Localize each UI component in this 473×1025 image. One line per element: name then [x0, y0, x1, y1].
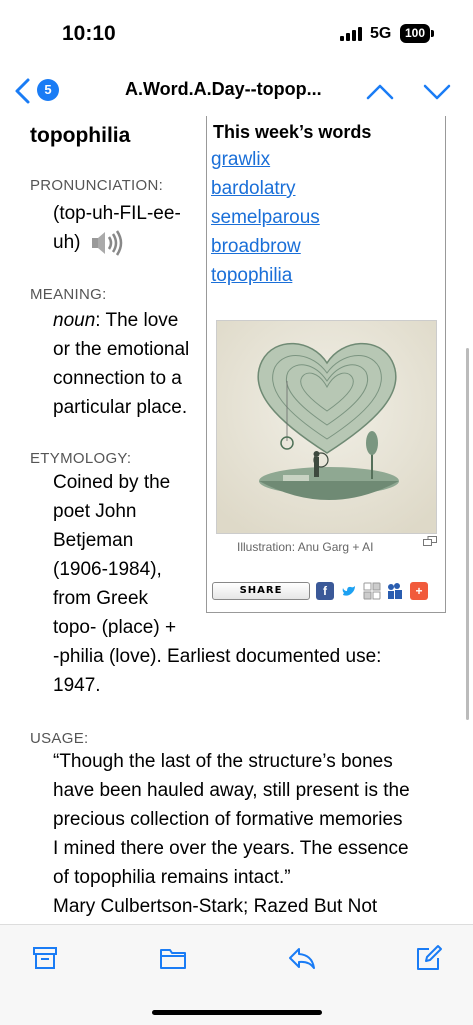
- myspace-icon[interactable]: [386, 582, 404, 600]
- delicious-icon[interactable]: [363, 582, 381, 600]
- this-week-sidebar: This week’s words grawlix bardolatry sem…: [206, 116, 446, 613]
- status-bar: 10:10 5G 100: [0, 0, 473, 64]
- usage-line: precious collection of formative memorie…: [53, 809, 403, 830]
- word-link-topophilia[interactable]: topophilia: [211, 265, 292, 287]
- next-message-icon[interactable]: [422, 78, 452, 104]
- usage-label: USAGE:: [30, 730, 89, 747]
- usage-line: “Though the last of the structure’s bone…: [53, 751, 393, 772]
- addthis-icon[interactable]: +: [410, 582, 428, 600]
- part-of-speech: noun: [53, 310, 96, 331]
- usage-line: of topophilia remains intact.”: [53, 867, 291, 888]
- folder-icon[interactable]: [158, 943, 188, 973]
- status-time: 10:10: [62, 22, 116, 45]
- etymology-line: from Greek: [53, 588, 149, 609]
- previous-message-icon[interactable]: [365, 78, 395, 104]
- meaning-line: noun: The love: [53, 306, 178, 335]
- usage-citation: Mary Culbertson-Stark; Razed But Not: [53, 896, 378, 917]
- etymology-line: (1906-1984),: [53, 559, 162, 580]
- battery-tip: [431, 30, 434, 37]
- reply-icon[interactable]: [287, 943, 317, 973]
- twitter-icon[interactable]: [340, 582, 358, 600]
- meaning-text: : The love: [95, 310, 179, 331]
- etymology-line: Betjeman: [53, 530, 134, 551]
- battery-icon: 100: [400, 24, 430, 43]
- expand-image-icon[interactable]: [423, 536, 437, 546]
- unread-count-badge[interactable]: 5: [37, 79, 59, 101]
- word-link-semelparous[interactable]: semelparous: [211, 207, 320, 229]
- facebook-icon[interactable]: f: [316, 582, 334, 600]
- share-button[interactable]: SHARE: [212, 582, 310, 600]
- pronunciation-label: PRONUNCIATION:: [30, 177, 164, 194]
- scrollbar[interactable]: [466, 348, 469, 720]
- word-link-broadbrow[interactable]: broadbrow: [211, 236, 301, 258]
- illustration-caption: Illustration: Anu Garg + AI: [237, 540, 374, 554]
- etymology-label: ETYMOLOGY:: [30, 450, 132, 467]
- pronunciation-line-2: uh): [53, 228, 128, 257]
- home-indicator[interactable]: [152, 1010, 322, 1015]
- usage-line: have been hauled away, still present is …: [53, 780, 410, 801]
- word-link-bardolatry[interactable]: bardolatry: [211, 178, 296, 200]
- email-body: topophilia PRONUNCIATION: (top-uh-FIL-ee…: [0, 116, 473, 924]
- meaning-label: MEANING:: [30, 286, 107, 303]
- meaning-line: particular place.: [53, 397, 188, 418]
- archive-icon[interactable]: [30, 943, 60, 973]
- pronunciation-text: uh): [53, 232, 81, 253]
- etymology-line: topo- (place) +: [53, 617, 177, 638]
- meaning-line: or the emotional: [53, 339, 190, 360]
- heart-map-illustration[interactable]: [216, 320, 437, 534]
- etymology-line: poet John: [53, 501, 137, 522]
- word-title: topophilia: [30, 124, 131, 147]
- message-subject: A.Word.A.Day--topop...: [125, 79, 322, 99]
- etymology-line: -philia (love). Earliest documented use:: [53, 646, 382, 667]
- compose-icon[interactable]: [414, 943, 444, 973]
- etymology-line: Coined by the: [53, 472, 171, 493]
- back-chevron-icon[interactable]: [10, 76, 38, 106]
- mail-nav-bar: 5 A.Word.A.Day--topop...: [0, 66, 473, 116]
- meaning-line: connection to a: [53, 368, 182, 389]
- usage-line: I mined there over the years. The essenc…: [53, 838, 409, 859]
- speaker-icon[interactable]: [90, 229, 128, 257]
- network-type: 5G: [370, 25, 392, 42]
- etymology-line: 1947.: [53, 675, 101, 696]
- word-link-grawlix[interactable]: grawlix: [211, 149, 270, 171]
- sidebar-heading: This week’s words: [213, 122, 372, 142]
- pronunciation-line: (top-uh-FIL-ee-: [53, 203, 181, 224]
